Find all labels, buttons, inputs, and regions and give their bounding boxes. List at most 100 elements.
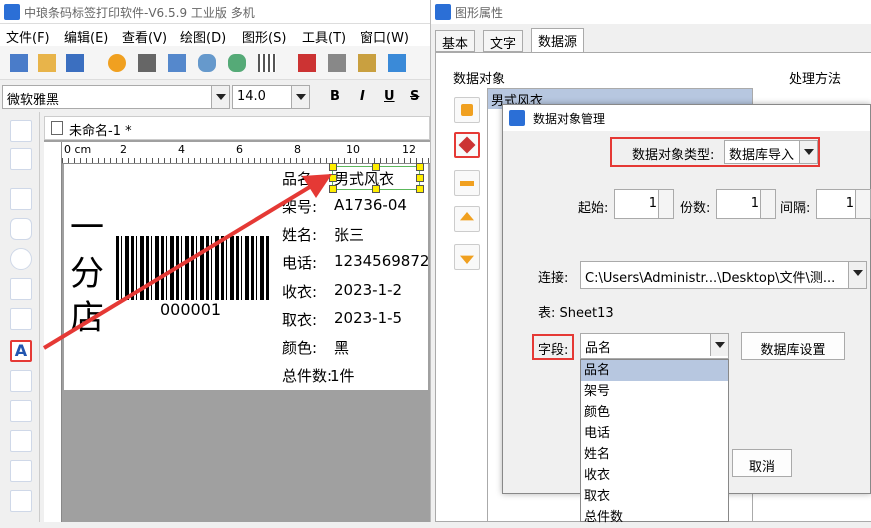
- font-name-select[interactable]: 微软雅黑: [2, 85, 230, 109]
- interval-value: 1: [845, 196, 854, 211]
- start-spinner[interactable]: 1: [614, 189, 674, 219]
- selection-handle[interactable]: [416, 174, 424, 182]
- font-size-select[interactable]: 14.0: [232, 85, 310, 109]
- process-method-label: 处理方法: [789, 72, 842, 87]
- ruler-tick: 6: [236, 143, 243, 156]
- italic-button[interactable]: I: [360, 89, 365, 104]
- annotation-arrow: [42, 174, 332, 350]
- copies-spinner[interactable]: 1: [716, 189, 776, 219]
- type-select[interactable]: 数据库导入: [724, 140, 818, 164]
- preview-icon[interactable]: [168, 54, 186, 72]
- document-tab-label: 未命名-1 *: [69, 124, 132, 139]
- underline-button[interactable]: U: [384, 89, 395, 104]
- field-value[interactable]: A1736-04: [334, 196, 407, 214]
- field-select[interactable]: 品名: [580, 333, 729, 359]
- field-option[interactable]: 收衣: [581, 465, 728, 486]
- print-icon[interactable]: [138, 54, 156, 72]
- field-option[interactable]: 姓名: [581, 444, 728, 465]
- add-icon[interactable]: [454, 97, 480, 123]
- edit-icon[interactable]: [454, 132, 480, 158]
- new-icon[interactable]: [10, 54, 28, 72]
- type-label: 数据对象类型:: [632, 148, 715, 163]
- tab-text[interactable]: 文字: [483, 30, 524, 52]
- document-icon: [51, 121, 63, 135]
- move-up-icon[interactable]: [454, 206, 480, 232]
- chevron-down-icon[interactable]: [211, 86, 229, 108]
- db-settings-button[interactable]: 数据库设置: [741, 332, 845, 360]
- strike-button[interactable]: S: [410, 89, 419, 104]
- field-option[interactable]: 取衣: [581, 486, 728, 507]
- menu-file[interactable]: 文件(F): [6, 27, 50, 46]
- chevron-down-icon[interactable]: [291, 86, 309, 108]
- cancel-button[interactable]: 取消: [732, 449, 792, 477]
- selection-handle[interactable]: [372, 185, 380, 193]
- move-down-icon[interactable]: [454, 244, 480, 270]
- undo-icon[interactable]: [388, 54, 406, 72]
- paste-icon[interactable]: [358, 54, 376, 72]
- copy-icon[interactable]: [328, 54, 346, 72]
- shape-tool-icon[interactable]: [10, 430, 32, 452]
- picture-tool-icon[interactable]: [10, 308, 32, 330]
- qrcode-tool-icon[interactable]: [10, 460, 32, 482]
- field-value[interactable]: 1件: [330, 365, 355, 386]
- field-option[interactable]: 总件数: [581, 507, 728, 528]
- field-value[interactable]: 12345698720: [334, 252, 439, 270]
- tab-datasource[interactable]: 数据源: [531, 28, 585, 52]
- field-option[interactable]: 品名: [581, 360, 728, 381]
- grid-icon[interactable]: [258, 54, 276, 72]
- interval-spinner[interactable]: 1: [816, 189, 871, 219]
- menu-edit[interactable]: 编辑(E): [64, 27, 108, 46]
- ruler-tick: 12: [402, 143, 416, 156]
- line-tool-icon[interactable]: [10, 188, 32, 210]
- pointer-icon[interactable]: [10, 120, 32, 142]
- chevron-down-icon[interactable]: [848, 262, 866, 288]
- field-value[interactable]: 2023-1-5: [334, 309, 402, 327]
- menu-shape[interactable]: 图形(S): [242, 27, 286, 46]
- connection-select[interactable]: C:\Users\Administr...\Desktop\文件\测...: [580, 261, 867, 289]
- menu-view[interactable]: 查看(V): [122, 27, 167, 46]
- menu-draw[interactable]: 绘图(D): [180, 27, 226, 46]
- ruler-tick: 4: [178, 143, 185, 156]
- chevron-down-icon[interactable]: [710, 334, 728, 356]
- selection-handle[interactable]: [372, 163, 380, 171]
- cut-icon[interactable]: [298, 54, 316, 72]
- connection-label: 连接:: [538, 271, 569, 286]
- text-tool-icon[interactable]: A: [10, 340, 32, 362]
- selection-handle[interactable]: [416, 185, 424, 193]
- field-option[interactable]: 架号: [581, 381, 728, 402]
- menu-tools[interactable]: 工具(T): [302, 27, 346, 46]
- ruler-tick: 10: [346, 143, 360, 156]
- rect-tool-icon[interactable]: [10, 218, 32, 240]
- toolbar: [0, 46, 430, 80]
- database-icon[interactable]: [198, 54, 216, 72]
- bold-button[interactable]: B: [330, 89, 340, 104]
- curve-tool-icon[interactable]: [10, 490, 32, 512]
- selection-handle[interactable]: [416, 163, 424, 171]
- app-title: 中琅条码标签打印软件-V6.5.9 工业版 多机: [24, 6, 255, 20]
- image-tool-icon[interactable]: [10, 278, 32, 300]
- dialog-titlebar: 数据对象管理: [503, 105, 870, 131]
- rotate-icon[interactable]: [10, 148, 32, 170]
- remove-icon[interactable]: [454, 170, 480, 196]
- paragraph-tool-icon[interactable]: [10, 370, 32, 392]
- field-value[interactable]: 2023-1-2: [334, 281, 402, 299]
- tab-basic[interactable]: 基本: [435, 30, 476, 52]
- field-option[interactable]: 电话: [581, 423, 728, 444]
- save-icon[interactable]: [66, 54, 84, 72]
- properties-titlebar: 图形属性: [431, 0, 871, 24]
- open-icon[interactable]: [38, 54, 56, 72]
- ellipse-tool-icon[interactable]: [10, 248, 32, 270]
- settings-icon[interactable]: [108, 54, 126, 72]
- ruler-tick: 2: [120, 143, 127, 156]
- app-logo-icon: [509, 110, 525, 126]
- barcode-tool-icon[interactable]: [10, 400, 32, 422]
- document-tab[interactable]: 未命名-1 *: [44, 116, 430, 140]
- chevron-down-icon[interactable]: [799, 141, 817, 163]
- ruler-tick: 8: [294, 143, 301, 156]
- database-link-icon[interactable]: [228, 54, 246, 72]
- font-size-value: 14.0: [237, 89, 266, 104]
- start-value: 1: [648, 196, 657, 211]
- menu-window[interactable]: 窗口(W): [360, 27, 409, 46]
- field-key: 总件数:: [282, 367, 333, 385]
- field-option[interactable]: 颜色: [581, 402, 728, 423]
